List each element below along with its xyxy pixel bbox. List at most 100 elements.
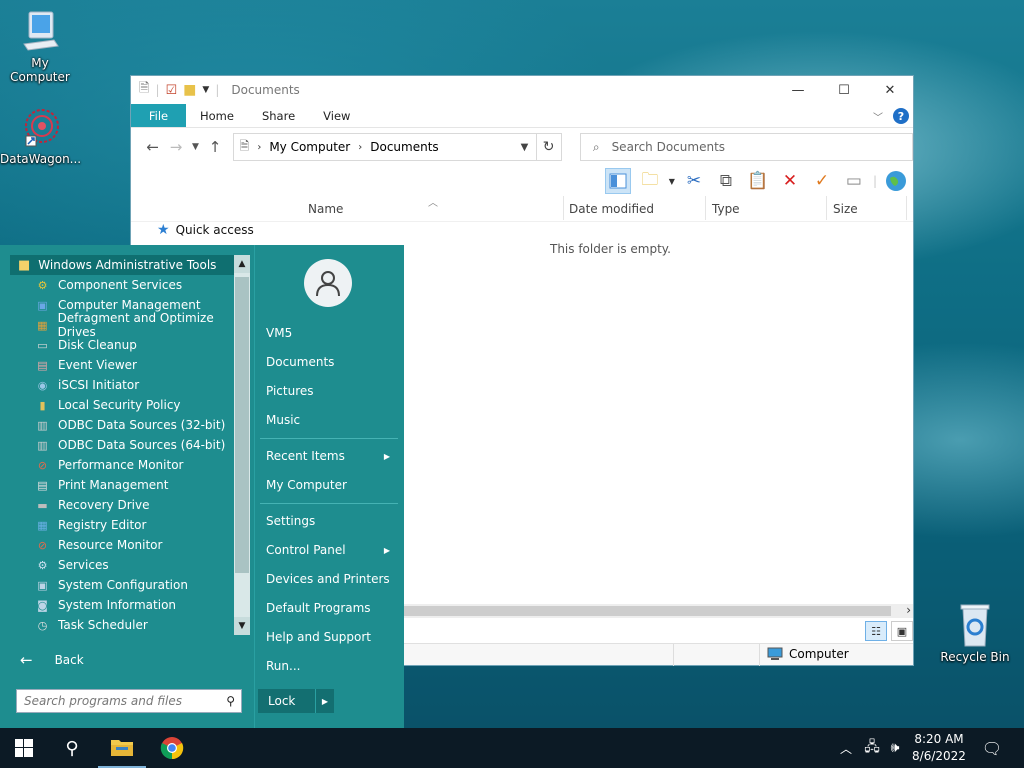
back-button[interactable]: ← Back <box>20 651 84 669</box>
link-help-support[interactable]: Help and Support <box>258 624 398 650</box>
volume-icon[interactable]: 🕪 <box>884 728 906 768</box>
help-icon[interactable]: ? <box>893 108 909 124</box>
chevron-down-icon[interactable]: ▼ <box>514 142 536 153</box>
program-item[interactable]: ▦ Defragment and Optimize Drives <box>10 311 250 339</box>
forward-arrow-icon[interactable]: → <box>164 138 187 156</box>
back-arrow-icon[interactable]: ← <box>141 138 164 156</box>
column-name[interactable]: Name <box>308 202 343 216</box>
up-arrow-icon[interactable]: ↑ <box>203 138 226 156</box>
program-item[interactable]: ⊘ Resource Monitor <box>10 535 250 555</box>
link-devices-printers[interactable]: Devices and Printers <box>258 566 398 592</box>
copy-icon[interactable]: ⧉ <box>713 168 739 194</box>
program-item[interactable]: ⚙ Services <box>10 555 250 575</box>
scrollbar-thumb[interactable] <box>235 277 249 573</box>
link-label: Default Programs <box>266 601 371 615</box>
lock-button[interactable]: Lock ▶ <box>258 689 334 713</box>
link-control-panel[interactable]: Control Panel ▶ <box>258 537 398 563</box>
refresh-icon[interactable]: ↻ <box>536 133 562 161</box>
preview-pane-icon[interactable] <box>604 168 631 194</box>
checkmark-icon[interactable]: ✓ <box>809 168 835 194</box>
link-settings[interactable]: Settings <box>258 508 398 534</box>
program-item[interactable]: ▣ System Configuration <box>10 575 250 595</box>
link-my-computer[interactable]: My Computer <box>258 472 398 498</box>
notifications-icon[interactable]: 🗨 <box>978 728 1006 768</box>
new-folder-icon[interactable]: 🗀 <box>637 168 663 194</box>
column-size[interactable]: Size <box>833 202 858 216</box>
program-item[interactable]: ▤ Print Management <box>10 475 250 495</box>
program-item[interactable]: ◙ System Information <box>10 595 250 615</box>
link-music[interactable]: Music <box>258 407 398 433</box>
sidebar-item-quick-access[interactable]: ★ Quick access <box>157 222 254 238</box>
link-label: Pictures <box>266 384 314 398</box>
rename-icon[interactable]: ▭ <box>841 168 867 194</box>
file-explorer-icon[interactable] <box>98 728 146 768</box>
link-recent-items[interactable]: Recent Items ▶ <box>258 443 398 469</box>
chevron-right-icon[interactable]: ▶ <box>315 689 334 713</box>
globe-icon[interactable] <box>883 168 909 194</box>
tab-share[interactable]: Share <box>248 104 309 127</box>
program-item[interactable]: ▦ Registry Editor <box>10 515 250 535</box>
program-item[interactable]: ◷ Task Scheduler <box>10 615 250 635</box>
recent-locations-icon[interactable]: ▼ <box>188 142 204 152</box>
tab-file[interactable]: File <box>131 104 186 127</box>
user-avatar[interactable] <box>304 259 352 307</box>
scroll-down-icon[interactable]: ▼ <box>234 617 250 635</box>
paste-icon[interactable]: 📋 <box>745 168 771 194</box>
desktop-icon-datawagon[interactable]: DataWagon... <box>0 106 81 166</box>
chevron-down-icon[interactable]: ▼ <box>202 85 209 95</box>
network-icon[interactable]: 🖧 <box>860 728 884 768</box>
chrome-icon[interactable] <box>148 728 196 768</box>
breadcrumb-root[interactable]: My Computer <box>269 140 350 154</box>
large-icons-view-icon[interactable]: ▣ <box>891 621 913 641</box>
chevron-down-icon[interactable]: ▼ <box>669 177 675 186</box>
link-pictures[interactable]: Pictures <box>258 378 398 404</box>
chevron-up-icon[interactable]: ︿ <box>836 728 856 768</box>
clock[interactable]: 8:20 AM 8/6/2022 <box>904 731 974 765</box>
column-date-modified[interactable]: Date modified <box>569 202 654 216</box>
folder-windows-administrative-tools[interactable]: ■ Windows Administrative Tools <box>10 255 234 275</box>
program-item[interactable]: ▥ ODBC Data Sources (64-bit) <box>10 435 250 455</box>
document-icon[interactable]: 🗎 <box>139 79 149 101</box>
desktop-icon-my-computer[interactable]: My Computer <box>0 10 80 84</box>
address-bar[interactable]: 🗎 › My Computer › Documents ▼ <box>232 133 537 161</box>
link-run[interactable]: Run... <box>258 653 398 679</box>
chevron-down-icon[interactable]: ﹀ <box>873 109 883 124</box>
search-input[interactable]: ⌕ Search Documents <box>579 133 914 161</box>
program-item[interactable]: ▮ Local Security Policy <box>10 395 250 415</box>
link-documents[interactable]: Documents <box>258 349 398 375</box>
column-header-row: Name ︿ Date modified Type Size <box>131 196 913 222</box>
program-item[interactable]: ▤ Event Viewer <box>10 355 250 375</box>
tab-view[interactable]: View <box>309 104 364 127</box>
programs-scrollbar[interactable]: ▲ ▼ <box>234 255 250 635</box>
breadcrumb-current[interactable]: Documents <box>370 140 438 154</box>
scrollbar-thumb[interactable] <box>401 606 891 616</box>
properties-icon[interactable]: ☑ <box>166 83 178 98</box>
program-item[interactable]: ▥ ODBC Data Sources (32-bit) <box>10 415 250 435</box>
column-type[interactable]: Type <box>712 202 740 216</box>
horizontal-scrollbar[interactable]: › <box>401 603 913 618</box>
close-button[interactable]: ✕ <box>867 76 913 104</box>
program-label: Registry Editor <box>58 518 147 532</box>
start-button[interactable] <box>0 728 48 768</box>
search-icon[interactable]: ⚲ <box>48 728 96 768</box>
program-item[interactable]: ⚙ Component Services <box>10 275 250 295</box>
command-toolbar: 🗀 ▼ ✂ ⧉ 📋 ✕ ✓ ▭ | <box>131 166 913 196</box>
desktop-icon-recycle-bin[interactable]: Recycle Bin <box>935 602 1015 664</box>
delete-icon[interactable]: ✕ <box>777 168 803 194</box>
program-item[interactable]: ◉ iSCSI Initiator <box>10 375 250 395</box>
cut-icon[interactable]: ✂ <box>681 168 707 194</box>
maximize-button[interactable]: ☐ <box>821 76 867 104</box>
program-label: iSCSI Initiator <box>58 378 140 392</box>
recycle-bin-icon <box>960 604 990 647</box>
link-default-programs[interactable]: Default Programs <box>258 595 398 621</box>
minimize-button[interactable]: — <box>775 76 821 104</box>
scroll-up-icon[interactable]: ▲ <box>234 255 250 273</box>
new-folder-icon[interactable]: ■ <box>183 82 196 98</box>
link-user[interactable]: VM5 <box>258 320 398 346</box>
chevron-right-icon[interactable]: › <box>906 603 911 617</box>
details-view-icon[interactable]: ☷ <box>865 621 887 641</box>
program-item[interactable]: ▬ Recovery Drive <box>10 495 250 515</box>
tab-home[interactable]: Home <box>186 104 248 127</box>
start-search-input[interactable]: Search programs and files ⚲ <box>16 689 242 713</box>
program-item[interactable]: ⊘ Performance Monitor <box>10 455 250 475</box>
